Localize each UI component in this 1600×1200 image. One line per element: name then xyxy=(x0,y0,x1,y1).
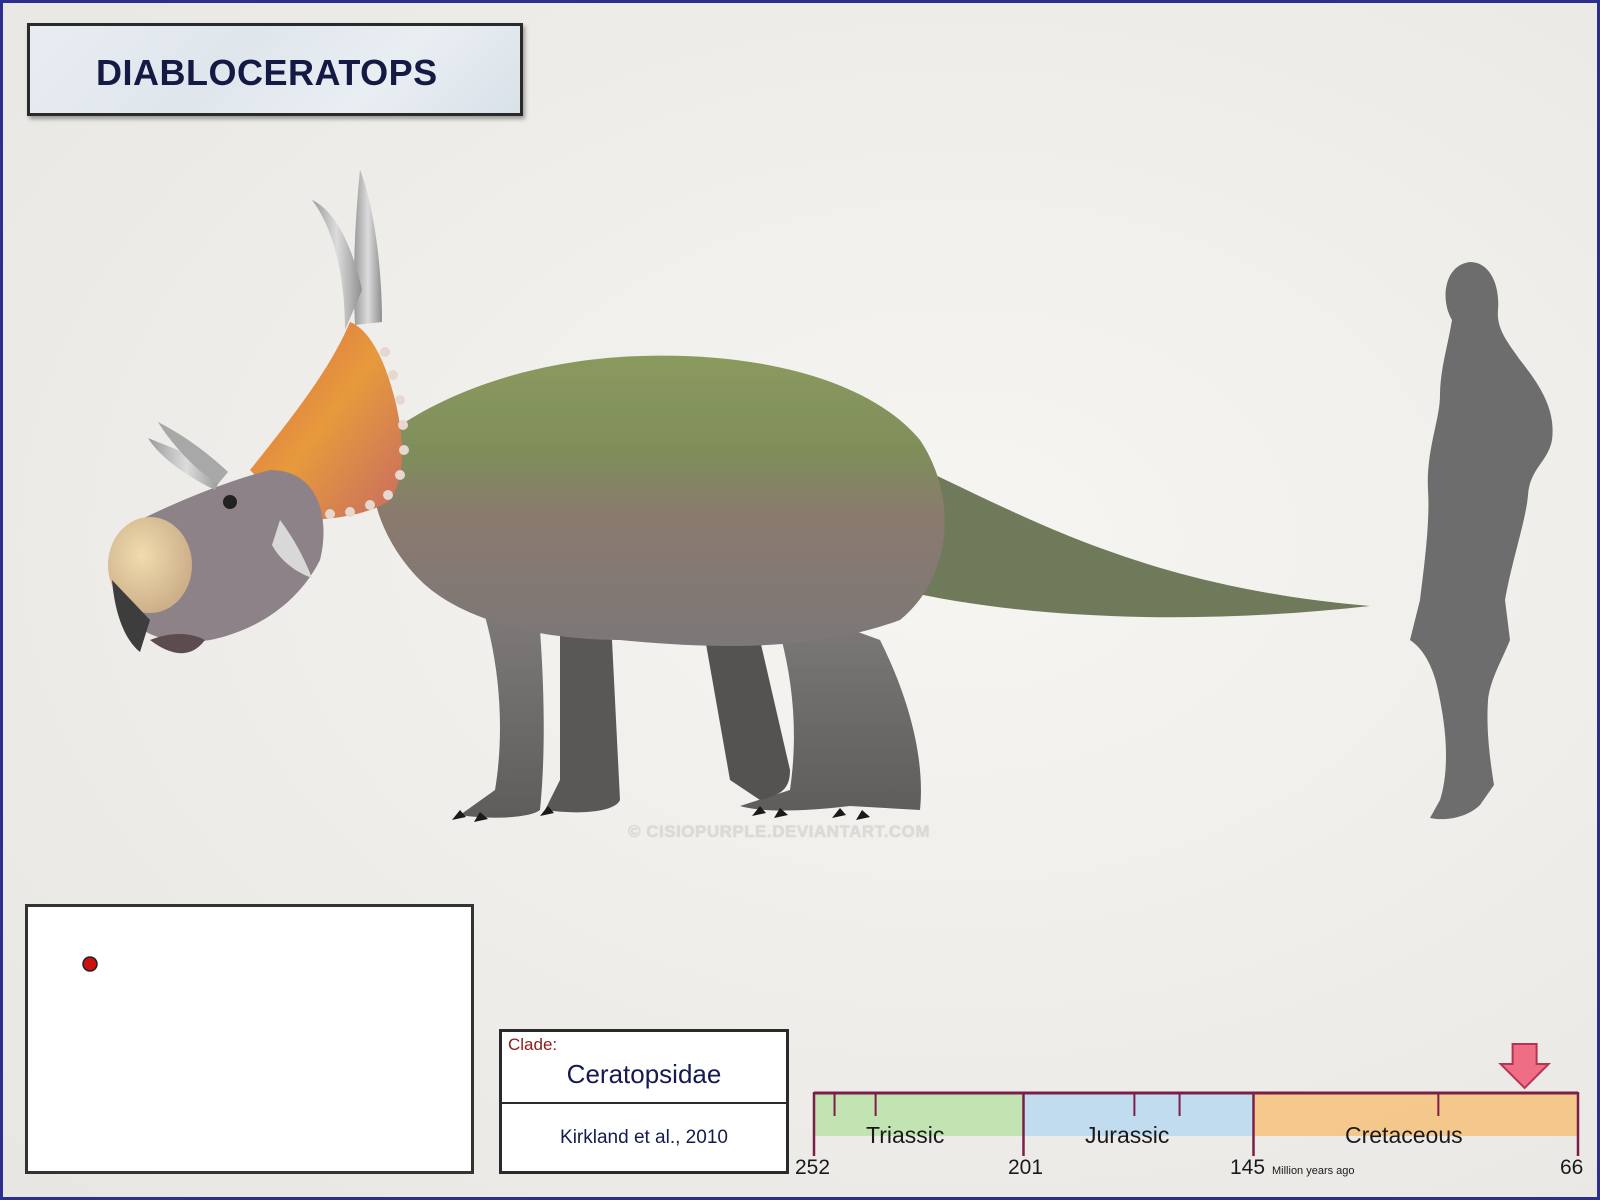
clade-label: Clade: xyxy=(508,1035,558,1054)
locality-marker xyxy=(82,956,98,972)
period-triassic-label: Triassic xyxy=(866,1122,945,1148)
dinosaur-eye xyxy=(223,495,237,509)
human-silhouette xyxy=(1410,262,1553,820)
tick-label-201: 201 xyxy=(1008,1156,1044,1179)
dinosaur-body xyxy=(372,355,945,646)
tick-label-252: 252 xyxy=(795,1156,831,1179)
watermark-text: © CISIOPURPLE.DEVIANTART.COM xyxy=(628,822,931,841)
tick-label-66: 66 xyxy=(1560,1156,1584,1179)
period-cretaceous-label: Cretaceous xyxy=(1345,1122,1463,1148)
geologic-timeline: Triassic Jurassic Cretaceous 252 201 145… xyxy=(790,1036,1600,1200)
dinosaur-front-leg-far xyxy=(545,620,620,813)
locality-map xyxy=(25,904,474,1174)
unit-label: Million years ago xyxy=(1272,1165,1355,1177)
tick-label-145: 145 xyxy=(1230,1156,1266,1179)
clade-divider xyxy=(502,1102,786,1104)
dinosaur-front-leg xyxy=(460,600,544,818)
clade-author: Kirkland et al., 2010 xyxy=(560,1127,728,1148)
frill-horn-long xyxy=(353,170,382,325)
clade-name: Ceratopsidae xyxy=(566,1059,722,1089)
period-jurassic-label: Jurassic xyxy=(1085,1122,1170,1148)
clade-box: Clade: Ceratopsidae Kirkland et al., 201… xyxy=(499,1029,789,1174)
dinosaur-tail xyxy=(880,450,1370,618)
locality-marker-layer xyxy=(82,956,98,972)
